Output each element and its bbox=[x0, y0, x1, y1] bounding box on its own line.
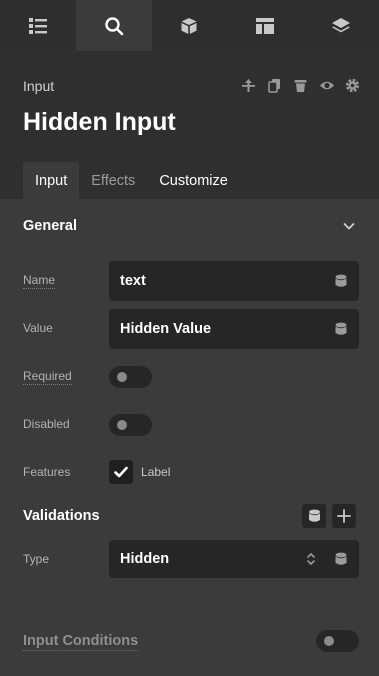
required-label: Required bbox=[23, 369, 72, 385]
tab-input[interactable]: Input bbox=[23, 162, 80, 199]
header-actions bbox=[240, 77, 361, 94]
features-checkbox-label: Label bbox=[141, 465, 171, 479]
layers-icon bbox=[332, 17, 351, 32]
panel-tabs: Input Effects Customize bbox=[23, 162, 240, 199]
validations-title: Validations bbox=[23, 508, 100, 524]
tab-effects[interactable]: Effects bbox=[79, 162, 147, 199]
tab-customize[interactable]: Customize bbox=[147, 162, 240, 199]
name-label: Name bbox=[23, 273, 56, 289]
pin-icon[interactable] bbox=[240, 77, 257, 94]
list-icon bbox=[28, 17, 47, 34]
top-toolbar bbox=[0, 0, 379, 51]
element-title: Hidden Input bbox=[23, 108, 176, 136]
general-section-header[interactable]: General bbox=[23, 218, 356, 234]
type-select[interactable]: Hidden bbox=[109, 540, 359, 578]
features-label-checkbox[interactable] bbox=[109, 460, 133, 484]
value-label: Value bbox=[23, 321, 53, 335]
chevron-updown-icon[interactable] bbox=[304, 552, 318, 566]
gear-icon[interactable] bbox=[344, 77, 361, 94]
database-icon[interactable] bbox=[334, 552, 348, 566]
layout-icon bbox=[256, 17, 275, 34]
tab-elements[interactable] bbox=[152, 0, 228, 51]
chevron-down-icon[interactable] bbox=[342, 219, 356, 233]
tab-search[interactable] bbox=[75, 0, 152, 51]
name-value[interactable]: text bbox=[120, 273, 334, 289]
type-label: Type bbox=[23, 552, 50, 566]
general-section-title: General bbox=[23, 218, 77, 234]
element-type-label: Input bbox=[23, 78, 55, 94]
features-label: Features bbox=[23, 465, 71, 479]
disabled-label: Disabled bbox=[23, 417, 70, 431]
validations-section-header: Validations bbox=[23, 504, 356, 528]
trash-icon[interactable] bbox=[292, 77, 309, 94]
validations-database-button[interactable] bbox=[302, 504, 326, 528]
database-icon[interactable] bbox=[334, 274, 348, 288]
plus-icon bbox=[337, 509, 351, 523]
required-toggle[interactable] bbox=[109, 366, 152, 388]
value-value[interactable]: Hidden Value bbox=[120, 321, 334, 337]
tab-layers[interactable] bbox=[303, 0, 379, 51]
type-value[interactable]: Hidden bbox=[120, 551, 304, 567]
tab-templates[interactable] bbox=[227, 0, 303, 51]
search-icon bbox=[104, 16, 123, 35]
eye-icon[interactable] bbox=[318, 77, 335, 94]
copy-icon[interactable] bbox=[266, 77, 283, 94]
database-icon bbox=[308, 509, 320, 522]
input-conditions-toggle[interactable] bbox=[316, 630, 359, 652]
input-conditions-title: Input Conditions bbox=[23, 633, 139, 651]
cube-icon bbox=[181, 17, 197, 34]
disabled-toggle[interactable] bbox=[109, 414, 152, 436]
check-icon bbox=[114, 466, 128, 478]
value-field[interactable]: Hidden Value bbox=[109, 309, 359, 349]
database-icon[interactable] bbox=[334, 322, 348, 336]
name-field[interactable]: text bbox=[109, 261, 359, 301]
validations-actions bbox=[302, 504, 356, 528]
element-header: Input Hidden Input Input Effects Customi… bbox=[0, 51, 379, 199]
tab-structure[interactable] bbox=[0, 0, 76, 51]
add-validation-button[interactable] bbox=[332, 504, 356, 528]
